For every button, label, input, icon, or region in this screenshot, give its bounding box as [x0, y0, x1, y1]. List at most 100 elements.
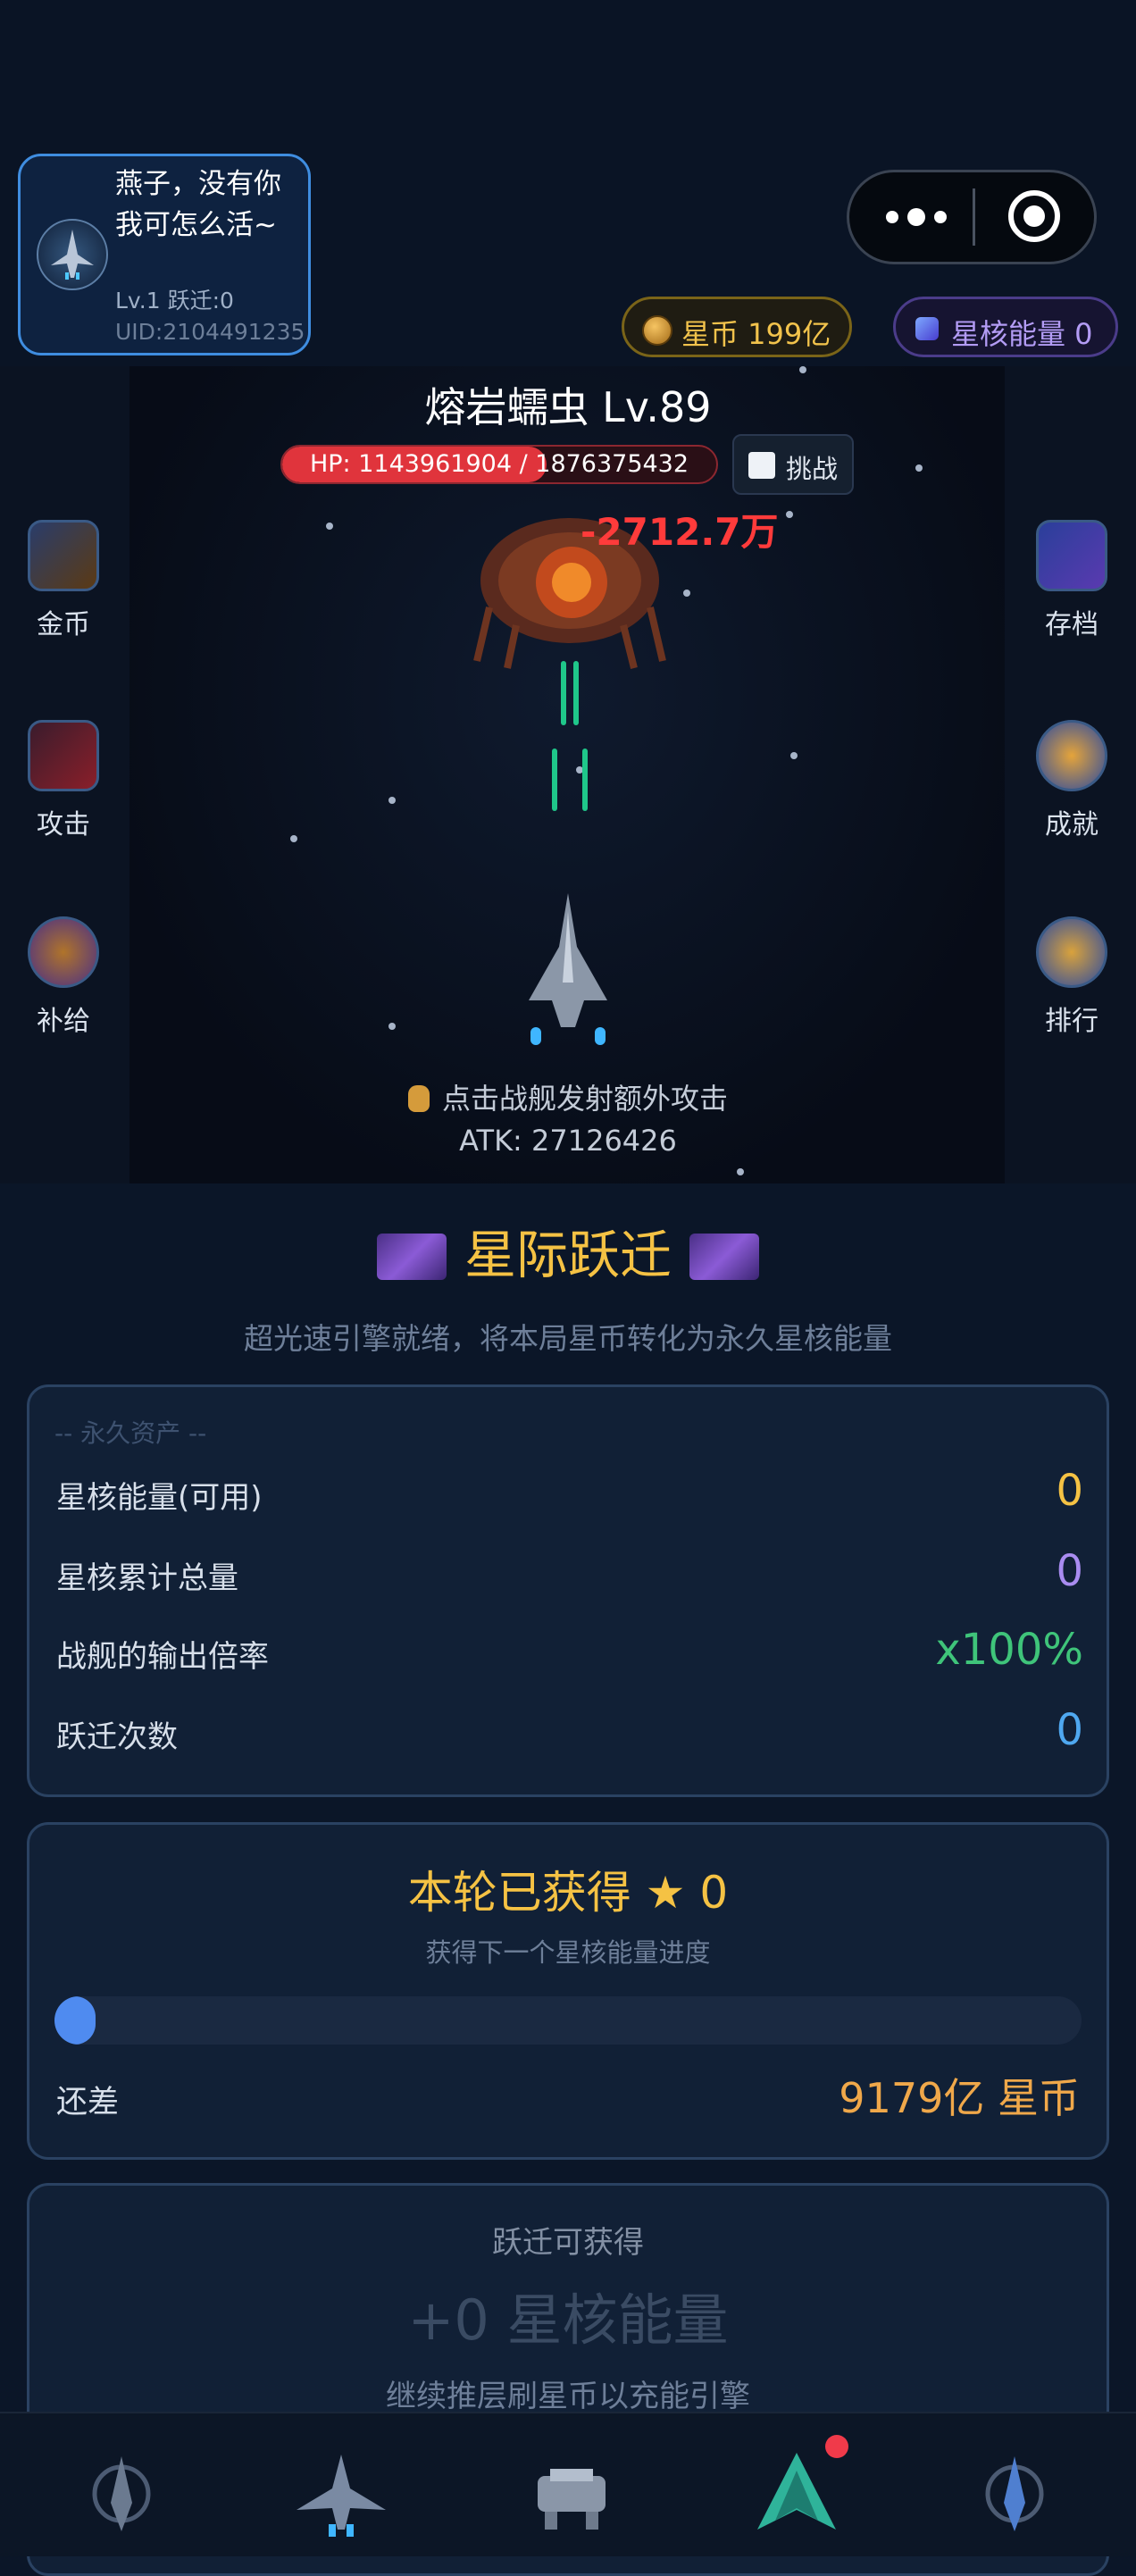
- laser-beam: [561, 661, 566, 725]
- side-label-save: 存档: [1045, 609, 1098, 640]
- star: [326, 523, 333, 530]
- energy-progress-bar: [54, 1996, 1082, 2045]
- energy-balance: 星核能量 0: [951, 317, 1093, 351]
- coin-balance: 星币 199亿: [681, 317, 831, 351]
- warp-subtitle: 超光速引擎就绪，将本局星币转化为永久星核能量: [244, 1321, 892, 1356]
- warp-gain-header: 跃迁可获得: [492, 2225, 644, 2261]
- star-core-icon: [915, 317, 939, 340]
- challenge-label: 挑战: [786, 454, 839, 484]
- side-button-attack[interactable]: 攻击: [14, 720, 113, 841]
- crossed-swords-icon: [28, 720, 99, 791]
- boss-name: 熔岩蠕虫 Lv.89: [424, 383, 712, 431]
- boss-hp-bar: HP: 1143961904 / 1876375432: [280, 445, 718, 484]
- energy-progress-fill: [54, 1996, 96, 2045]
- mech-icon[interactable]: [518, 2449, 625, 2538]
- stat-value: 0: [1056, 1466, 1083, 1516]
- stat-label: 星核能量(可用): [56, 1480, 263, 1516]
- more-menu-button[interactable]: [876, 199, 956, 235]
- attack-value: ATK: 27126426: [459, 1124, 677, 1158]
- round-progress-card: 本轮已获得 ★ 0 获得下一个星核能量进度 还差 9179亿 星币: [27, 1822, 1109, 2160]
- side-button-achievement[interactable]: 成就: [1023, 720, 1121, 841]
- side-button-supply[interactable]: 补给: [14, 916, 113, 1038]
- challenge-checkbox[interactable]: [748, 452, 775, 479]
- laser-beam: [573, 661, 579, 725]
- warp-title: 星际跃迁: [0, 1213, 1136, 1288]
- stat-row: 星核能量(可用) 0: [56, 1466, 1083, 1519]
- save-device-icon: [1036, 520, 1107, 591]
- star: [683, 590, 690, 597]
- galaxy-icon: [689, 1234, 759, 1280]
- star: [799, 366, 806, 373]
- supply-crate-icon: [28, 916, 99, 988]
- podium-icon: [1036, 916, 1107, 988]
- emblem-icon[interactable]: [68, 2449, 175, 2538]
- bottom-tab-bar: [0, 2412, 1136, 2556]
- arrow-ship-icon[interactable]: [743, 2449, 850, 2538]
- space-background: [129, 366, 1005, 1183]
- stat-label: 战舰的输出倍率: [56, 1639, 269, 1675]
- stat-row: 跃迁次数 0: [56, 1705, 1083, 1759]
- profile-card[interactable]: 燕子，没有你我可怎么活~ Lv.1 跃迁:0 UID:2104491235: [18, 154, 311, 355]
- player-nickname: 燕子，没有你我可怎么活~: [115, 168, 281, 241]
- galaxy-icon: [376, 1234, 447, 1280]
- stat-label: 跃迁次数: [56, 1719, 178, 1755]
- coin-balance-pill[interactable]: 星币 199亿: [622, 297, 852, 357]
- star: [786, 511, 793, 518]
- stat-row: 星核累计总量 0: [56, 1546, 1083, 1600]
- fighter-ship-icon[interactable]: [288, 2449, 395, 2538]
- damage-popup: -2712.7万: [581, 510, 779, 554]
- star: [790, 752, 798, 759]
- star: [915, 464, 923, 472]
- avatar: [37, 219, 108, 290]
- side-label-gold: 金币: [37, 609, 90, 640]
- side-button-gold[interactable]: 金币: [14, 520, 113, 641]
- miniprogram-capsule: [847, 170, 1097, 264]
- round-title: 本轮已获得 ★ 0: [407, 1867, 729, 1919]
- warp-title-text: 星际跃迁: [464, 1225, 672, 1285]
- assets-header: -- 永久资产 --: [54, 1418, 207, 1448]
- stat-label: 星核累计总量: [56, 1560, 238, 1596]
- stat-value: 0: [1056, 1705, 1083, 1755]
- side-label-achievement: 成就: [1045, 809, 1098, 841]
- side-button-save[interactable]: 存档: [1023, 520, 1121, 641]
- coin-icon: [642, 315, 672, 346]
- side-label-supply: 补给: [37, 1006, 90, 1037]
- warp-gain-note: 继续推层刷星币以充能引擎: [386, 2379, 750, 2414]
- star: [388, 1023, 396, 1030]
- star: [388, 797, 396, 804]
- star: [290, 835, 297, 842]
- round-subtitle: 获得下一个星核能量进度: [425, 1937, 711, 1968]
- tap-tip-text: 点击战舰发射额外攻击: [441, 1082, 728, 1116]
- gold-coin-icon: [28, 520, 99, 591]
- stat-value: x100%: [935, 1625, 1083, 1675]
- stat-value: 0: [1056, 1546, 1083, 1596]
- energy-balance-pill[interactable]: 星核能量 0: [893, 297, 1118, 357]
- player-ship-icon: [51, 230, 94, 280]
- stat-row: 战舰的输出倍率 x100%: [56, 1625, 1083, 1678]
- laser-beam: [582, 749, 588, 811]
- trophy-icon: [1036, 720, 1107, 791]
- player-uid: UID:2104491235: [115, 319, 305, 345]
- remaining-value: 9179亿 星币: [839, 2074, 1080, 2122]
- star: [737, 1168, 744, 1175]
- challenge-toggle[interactable]: 挑战: [732, 434, 854, 495]
- player-warship[interactable]: [522, 893, 614, 1045]
- pointing-hand-icon: [407, 1085, 430, 1112]
- warp-gain-value: +0 星核能量: [407, 2287, 729, 2353]
- notification-badge: [825, 2435, 848, 2458]
- player-level: Lv.1 跃迁:0: [115, 288, 234, 314]
- laser-beam: [552, 749, 557, 811]
- side-label-attack: 攻击: [37, 809, 90, 841]
- blue-emblem-icon[interactable]: [961, 2449, 1068, 2538]
- tap-tip: 点击战舰发射额外攻击: [0, 1076, 1136, 1117]
- more-dots-icon: [886, 208, 947, 226]
- side-label-ranking: 排行: [1045, 1006, 1098, 1037]
- remaining-label: 还差: [56, 2085, 120, 2120]
- side-button-ranking[interactable]: 排行: [1023, 916, 1121, 1038]
- boss-hp-text: HP: 1143961904 / 1876375432: [309, 450, 689, 478]
- top-header: 燕子，没有你我可怎么活~ Lv.1 跃迁:0 UID:2104491235 星币…: [0, 0, 1136, 366]
- close-target-button[interactable]: [1008, 190, 1060, 242]
- capsule-divider: [973, 188, 975, 246]
- permanent-assets-card: -- 永久资产 -- 星核能量(可用) 0 星核累计总量 0 战舰的输出倍率 x…: [27, 1384, 1109, 1797]
- battle-area: 熔岩蠕虫 Lv.89 HP: 1143961904 / 1876375432 挑…: [0, 366, 1136, 1183]
